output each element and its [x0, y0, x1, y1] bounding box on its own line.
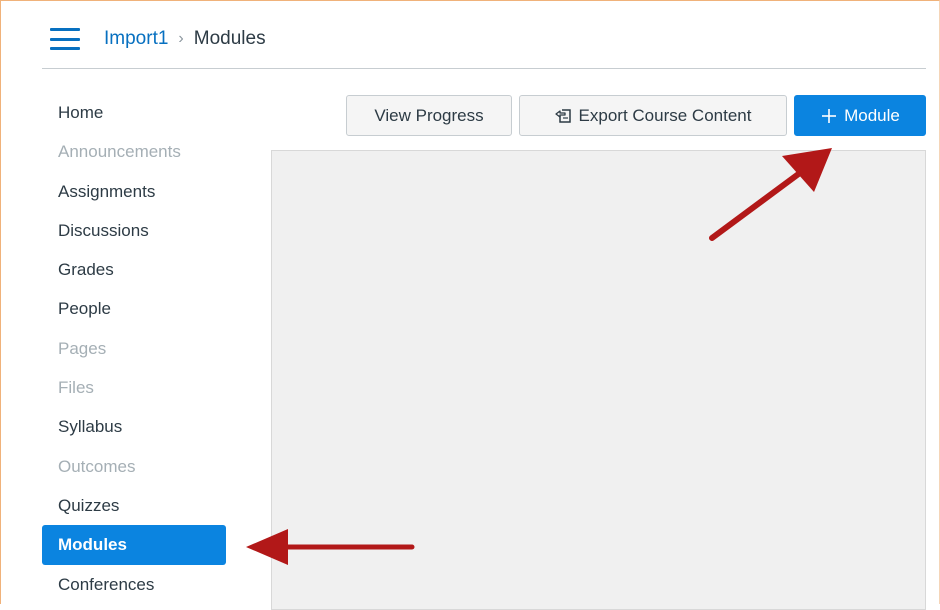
- export-icon: [554, 108, 573, 124]
- course-navigation: Home Announcements Assignments Discussio…: [42, 93, 226, 604]
- plus-icon: [820, 107, 838, 125]
- view-progress-label: View Progress: [374, 105, 484, 125]
- sidebar-item-outcomes[interactable]: Outcomes: [42, 447, 226, 486]
- sidebar-item-pages[interactable]: Pages: [42, 329, 226, 368]
- modules-toolbar: View Progress Export Course Content Modu…: [346, 95, 926, 136]
- export-course-content-button[interactable]: Export Course Content: [519, 95, 787, 136]
- view-progress-button[interactable]: View Progress: [346, 95, 512, 136]
- sidebar-item-announcements[interactable]: Announcements: [42, 132, 226, 171]
- sidebar-item-quizzes[interactable]: Quizzes: [42, 486, 226, 525]
- sidebar-item-modules[interactable]: Modules: [42, 525, 226, 565]
- sidebar-item-people[interactable]: People: [42, 289, 226, 328]
- breadcrumb-course-link[interactable]: Import1: [104, 28, 168, 50]
- sidebar-item-assignments[interactable]: Assignments: [42, 172, 226, 211]
- sidebar-item-conferences[interactable]: Conferences: [42, 565, 226, 604]
- sidebar-item-discussions[interactable]: Discussions: [42, 211, 226, 250]
- sidebar-item-files[interactable]: Files: [42, 368, 226, 407]
- breadcrumb-separator: ›: [178, 30, 184, 47]
- page-header: Import1 › Modules: [42, 10, 926, 69]
- sidebar-item-home[interactable]: Home: [42, 93, 226, 132]
- breadcrumb: Import1 › Modules: [104, 28, 266, 50]
- add-module-label: Module: [844, 105, 900, 125]
- hamburger-icon[interactable]: [50, 28, 80, 50]
- breadcrumb-current: Modules: [193, 28, 266, 49]
- export-label: Export Course Content: [578, 105, 752, 125]
- modules-content-area: [271, 150, 926, 610]
- add-module-button[interactable]: Module: [794, 95, 926, 136]
- sidebar-item-grades[interactable]: Grades: [42, 250, 226, 289]
- sidebar-item-syllabus[interactable]: Syllabus: [42, 407, 226, 446]
